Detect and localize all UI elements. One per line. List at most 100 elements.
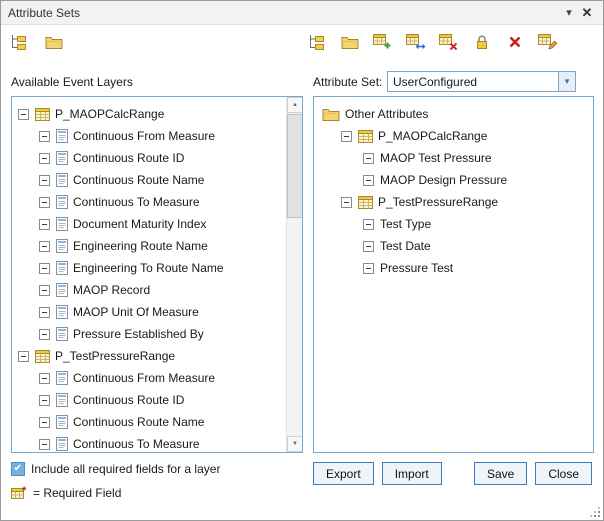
collapse-box-icon[interactable]	[39, 175, 50, 186]
document-icon	[56, 129, 68, 143]
include-required-label: Include all required fields for a layer	[31, 462, 220, 476]
tree-item-label: P_TestPressureRange	[55, 349, 175, 363]
tree-item[interactable]: Continuous From Measure	[12, 367, 286, 389]
collapse-box-icon[interactable]	[39, 395, 50, 406]
collapse-box-icon[interactable]	[363, 263, 374, 274]
open-attribute-set-icon[interactable]	[340, 31, 364, 53]
collapse-box-icon[interactable]	[39, 329, 50, 340]
tree-item[interactable]: Continuous Route Name	[12, 411, 286, 433]
tree-item[interactable]: P_TestPressureRange	[314, 191, 593, 213]
collapse-box-icon[interactable]	[18, 109, 29, 120]
collapse-box-icon[interactable]	[39, 131, 50, 142]
tree-item[interactable]: Pressure Test	[314, 257, 593, 279]
tree-item[interactable]: P_MAOPCalcRange	[12, 103, 286, 125]
close-button[interactable]: Close	[535, 462, 592, 485]
tree-item[interactable]: Engineering To Route Name	[12, 257, 286, 279]
tree-item[interactable]: Other Attributes	[314, 103, 593, 125]
collapse-box-icon[interactable]	[341, 197, 352, 208]
collapse-box-icon[interactable]	[363, 175, 374, 186]
collapse-box-icon[interactable]	[363, 219, 374, 230]
collapse-box-icon[interactable]	[39, 197, 50, 208]
edit-table-icon[interactable]	[538, 31, 562, 53]
collapse-box-icon[interactable]	[39, 263, 50, 274]
collapse-box-icon[interactable]	[39, 219, 50, 230]
tree-item[interactable]: Continuous To Measure	[12, 191, 286, 213]
collapse-box-icon[interactable]	[363, 153, 374, 164]
import-button[interactable]: Import	[382, 462, 442, 485]
collapse-box-icon[interactable]	[18, 351, 29, 362]
lock-table-icon[interactable]	[472, 31, 496, 53]
close-icon[interactable]: ✕	[578, 4, 596, 22]
tree-item[interactable]: Continuous Route Name	[12, 169, 286, 191]
attribute-set-dropdown[interactable]: UserConfigured ▾	[387, 71, 576, 92]
tree-item-label: Continuous From Measure	[73, 371, 215, 385]
collapse-box-icon[interactable]	[39, 417, 50, 428]
table-icon	[358, 130, 373, 143]
export-button[interactable]: Export	[313, 462, 374, 485]
save-button[interactable]: Save	[474, 462, 527, 485]
attribute-set-tree: Other AttributesP_MAOPCalcRange MAOP Test…	[314, 97, 593, 452]
check-icon: ✔	[14, 464, 22, 474]
tree-item[interactable]: Continuous From Measure	[12, 125, 286, 147]
collapse-box-icon[interactable]	[39, 285, 50, 296]
tree-item[interactable]: Test Type	[314, 213, 593, 235]
attribute-set-value: UserConfigured	[388, 75, 558, 89]
tree-item-label: Continuous Route Name	[73, 173, 204, 187]
tree-item[interactable]: Document Maturity Index	[12, 213, 286, 235]
collapse-box-icon[interactable]	[39, 153, 50, 164]
toolbar	[1, 29, 603, 57]
new-attribute-set-icon[interactable]	[307, 31, 331, 53]
new-event-layer-icon[interactable]	[9, 31, 33, 53]
tree-item[interactable]: MAOP Unit Of Measure	[12, 301, 286, 323]
collapse-box-icon[interactable]	[39, 373, 50, 384]
include-required-checkbox[interactable]: ✔	[11, 462, 25, 476]
tree-item-label: Pressure Test	[380, 261, 453, 275]
tree-item-label: MAOP Test Pressure	[380, 151, 492, 165]
tree-item[interactable]: Test Date	[314, 235, 593, 257]
tree-item[interactable]: Continuous Route ID	[12, 147, 286, 169]
collapse-box-icon[interactable]	[341, 131, 352, 142]
open-folder-icon[interactable]	[44, 31, 68, 53]
import-table-icon[interactable]	[406, 31, 430, 53]
scroll-down-icon[interactable]: ▼	[287, 436, 303, 452]
table-edit-icon	[538, 34, 557, 50]
tree-item-label: MAOP Design Pressure	[380, 173, 507, 187]
document-icon	[56, 173, 68, 187]
tree-item[interactable]: MAOP Test Pressure	[314, 147, 593, 169]
scroll-up-icon[interactable]: ▲	[287, 97, 303, 113]
remove-table-icon[interactable]	[439, 31, 463, 53]
tree-item[interactable]: MAOP Design Pressure	[314, 169, 593, 191]
collapse-box-icon[interactable]	[363, 241, 374, 252]
toolbar-right-group	[307, 31, 562, 53]
tree-item-label: MAOP Unit Of Measure	[73, 305, 199, 319]
dialog-title: Attribute Sets	[8, 6, 560, 20]
collapse-box-icon[interactable]	[39, 241, 50, 252]
collapse-box-icon[interactable]	[39, 307, 50, 318]
tree-item-label: P_MAOPCalcRange	[55, 107, 164, 121]
tree-item[interactable]: P_MAOPCalcRange	[314, 125, 593, 147]
table-icon	[35, 108, 50, 121]
tree-item-label: Continuous Route ID	[73, 393, 184, 407]
document-icon	[56, 393, 68, 407]
tree-add-icon	[307, 34, 326, 50]
available-event-layers-label: Available Event Layers	[11, 75, 133, 89]
resize-grip-icon[interactable]	[589, 506, 600, 517]
collapse-box-icon[interactable]	[39, 439, 50, 450]
scroll-thumb[interactable]	[287, 114, 303, 218]
tree-item[interactable]: Engineering Route Name	[12, 235, 286, 257]
table-x-icon	[439, 34, 458, 50]
tree-item[interactable]: Pressure Established By	[12, 323, 286, 345]
tree-item[interactable]: P_TestPressureRange	[12, 345, 286, 367]
tree-item[interactable]: Continuous To Measure	[12, 433, 286, 452]
table-icon	[35, 350, 50, 363]
tree-item[interactable]: Continuous Route ID	[12, 389, 286, 411]
tree-item-label: Continuous Route ID	[73, 151, 184, 165]
document-icon	[56, 239, 68, 253]
tree-item[interactable]: MAOP Record	[12, 279, 286, 301]
tree-item-label: Continuous From Measure	[73, 129, 215, 143]
window-menu-icon[interactable]: ▾	[560, 4, 578, 22]
delete-attribute-set-icon[interactable]	[505, 31, 529, 53]
chevron-down-icon[interactable]: ▾	[558, 72, 575, 91]
add-table-icon[interactable]	[373, 31, 397, 53]
left-panel-scrollbar[interactable]: ▲ ▼	[286, 97, 302, 452]
